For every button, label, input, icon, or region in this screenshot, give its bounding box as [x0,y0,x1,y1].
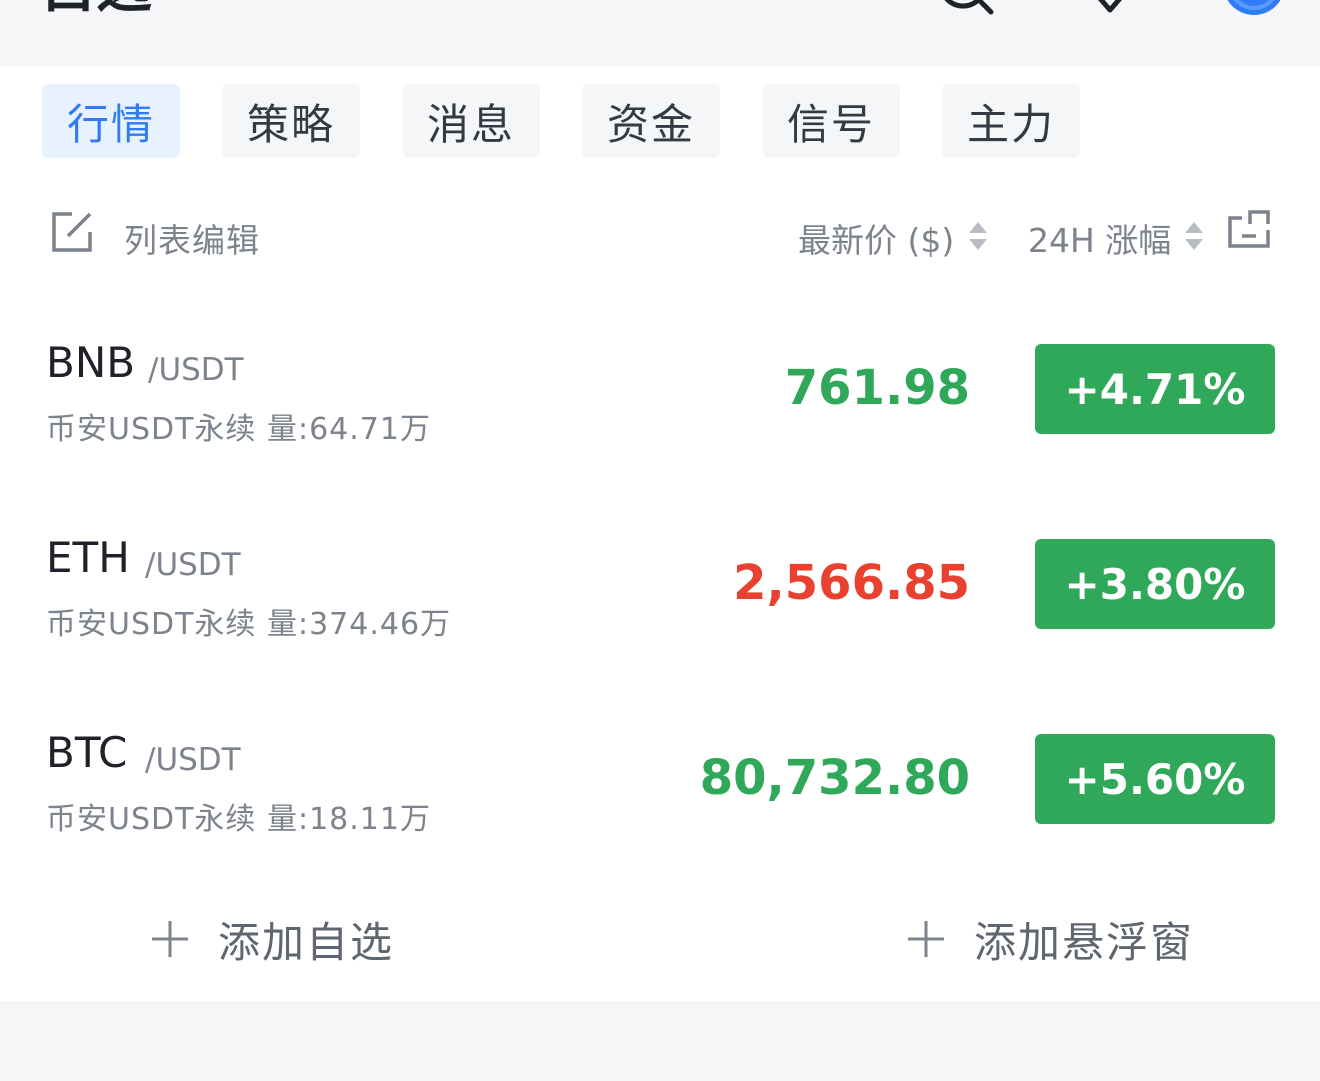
add-watchlist-label: 添加自选 [218,917,395,967]
list-item[interactable]: ETH /USDT 币安USDT永续 量:374.46万 2,566.85 +3… [0,533,1320,683]
list-header: 列表编辑 最新价 ($) 24H 涨幅 [0,206,1320,266]
last-price: 2,566.85 [733,555,970,611]
sort-icon[interactable] [967,220,989,256]
sort-icon[interactable] [1183,220,1205,256]
tab-market[interactable]: 行情 [42,84,180,158]
add-watchlist-button[interactable]: 添加自选 [150,904,394,974]
symbol: BTC [46,728,128,777]
exchange-volume: 币安USDT永续 量:374.46万 [46,607,452,642]
change-badge[interactable]: +5.60% [1035,734,1275,824]
add-float-window-label: 添加悬浮窗 [974,917,1195,967]
symbol: ETH [46,533,130,582]
change-badge[interactable]: +4.71% [1035,344,1275,434]
symbol: BNB [46,338,136,387]
tab-signals[interactable]: 信号 [762,84,900,158]
share-icon[interactable] [1226,208,1272,254]
price-column-header[interactable]: 最新价 ($) [798,214,954,262]
last-price: 80,732.80 [699,750,970,806]
search-icon[interactable] [935,0,997,24]
top-header: 自选 [0,0,1320,66]
add-actions: 添加自选 添加悬浮窗 [0,904,1320,974]
list-item[interactable]: BTC /USDT 币安USDT永续 量:18.11万 80,732.80 +5… [0,728,1320,878]
quote-currency: /USDT [148,352,244,388]
list-edit-button[interactable]: 列表编辑 [124,214,260,262]
exchange-volume: 币安USDT永续 量:18.11万 [46,802,431,837]
last-price: 761.98 [784,360,970,416]
change-column-header[interactable]: 24H 涨幅 [1028,214,1171,262]
tab-funds[interactable]: 资金 [582,84,720,158]
plus-icon [152,921,188,957]
quote-currency: /USDT [145,547,241,583]
page-title: 自选 [40,0,152,16]
watchlist-card: 行情 策略 消息 资金 信号 主力 列表编辑 最新价 ($) 24H 涨幅 BN… [0,66,1320,1001]
change-badge[interactable]: +3.80% [1035,539,1275,629]
list-item[interactable]: BNB /USDT 币安USDT永续 量:64.71万 761.98 +4.71… [0,338,1320,488]
edit-icon[interactable] [50,210,94,258]
exchange-volume: 币安USDT永续 量:64.71万 [46,412,431,447]
avatar[interactable] [1222,0,1286,22]
tab-main-force[interactable]: 主力 [942,84,1080,158]
quote-currency: /USDT [145,742,241,778]
plus-icon [908,921,944,957]
shield-icon[interactable] [1080,0,1140,20]
add-float-window-button[interactable]: 添加悬浮窗 [906,904,1194,974]
tab-strategy[interactable]: 策略 [222,84,360,158]
tab-news[interactable]: 消息 [402,84,540,158]
